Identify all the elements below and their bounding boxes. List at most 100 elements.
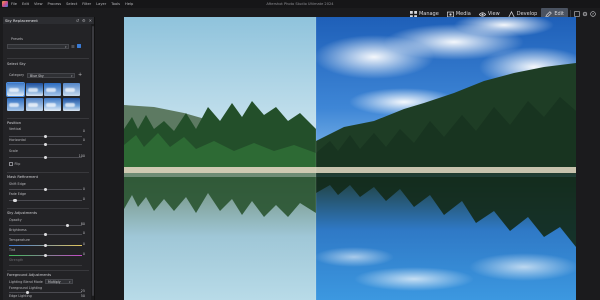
flip-checkbox[interactable]: [9, 162, 13, 166]
scale-slider[interactable]: [9, 155, 82, 159]
add-sky-icon[interactable]: +: [78, 72, 82, 78]
horizontal-value[interactable]: 0: [83, 138, 85, 142]
temperature-label: Temperature: [9, 238, 30, 242]
foreground-lighting-label: Foreground Lighting: [9, 286, 43, 290]
right-edge: [576, 17, 600, 300]
before-after-photo: [124, 17, 576, 300]
category-value: Blue Sky: [30, 73, 44, 78]
brightness-value[interactable]: 0: [83, 231, 85, 235]
foreground-adjustments-title: Foreground Adjustments: [7, 273, 52, 277]
vertical-slider[interactable]: [9, 134, 82, 138]
sky-thumbnail[interactable]: [25, 97, 43, 111]
opacity-slider[interactable]: [9, 223, 82, 227]
tint-slider[interactable]: [9, 253, 82, 257]
app-logo: [2, 1, 8, 7]
image-canvas[interactable]: [124, 17, 576, 300]
category-dropdown[interactable]: Blue Sky ▾: [27, 73, 75, 78]
divider: [7, 118, 89, 119]
brightness-label: Brightness: [9, 228, 27, 232]
strength-label: Strength: [9, 258, 24, 262]
temperature-slider[interactable]: [9, 243, 82, 247]
category-label: Category: [9, 73, 25, 77]
tint-value[interactable]: 0: [83, 252, 85, 256]
slider-knob[interactable]: [65, 223, 70, 227]
svg-text:?: ?: [592, 12, 594, 16]
undo-icon[interactable]: ↺: [76, 18, 79, 23]
shift-edge-value[interactable]: 0: [83, 187, 85, 191]
panel-scrollbar[interactable]: [91, 24, 94, 300]
slider-knob[interactable]: [43, 142, 48, 146]
slider-knob[interactable]: [43, 187, 48, 191]
slider-knob[interactable]: [43, 134, 48, 138]
preset-browse-icon[interactable]: [77, 44, 81, 48]
divider: [7, 172, 89, 173]
menu-edit[interactable]: Edit: [22, 2, 29, 6]
shift-edge-label: Shift Edge: [9, 182, 26, 186]
chevron-down-icon: ▾: [70, 73, 73, 78]
menu-layer[interactable]: Layer: [96, 2, 106, 6]
sky-thumbnail[interactable]: [62, 83, 80, 96]
chevron-down-icon: ▾: [64, 44, 67, 49]
sky-adjustments-title: Sky Adjustments: [7, 211, 38, 215]
slider-knob[interactable]: [43, 243, 48, 247]
presets-dropdown[interactable]: ▾: [7, 44, 69, 49]
side-gutter: [96, 17, 124, 300]
vertical-value[interactable]: 0: [83, 129, 85, 133]
slider-knob[interactable]: [43, 253, 48, 257]
menu-tools[interactable]: Tools: [111, 2, 120, 6]
window-title: Aftershot Photo Studio Ultimate 2024: [266, 1, 334, 6]
menu-file[interactable]: File: [11, 2, 17, 6]
mask-refinement-title: Mask Refinement: [7, 175, 39, 179]
slider-knob[interactable]: [43, 232, 48, 236]
panel-title: Sky Replacement: [5, 18, 38, 23]
horizontal-slider[interactable]: [9, 142, 82, 146]
slider-knob[interactable]: [13, 198, 17, 202]
tint-label: Tint: [9, 248, 16, 252]
close-icon[interactable]: ✕: [89, 18, 92, 23]
menu-view[interactable]: View: [34, 2, 43, 6]
slider-knob[interactable]: [43, 155, 48, 159]
blend-mode-value: Multiply: [48, 279, 61, 284]
strength-slider[interactable]: [9, 265, 82, 266]
sky-thumbnail[interactable]: [6, 82, 25, 97]
vertical-label: Vertical: [9, 127, 22, 131]
sky-thumbnail[interactable]: [25, 83, 43, 96]
chevron-down-icon: ▾: [68, 279, 71, 284]
fade-edge-label: Fade Edge: [9, 192, 27, 196]
menu-process[interactable]: Process: [48, 2, 62, 6]
sky-replacement-panel: Sky Replacement ↺ ⚙ ✕ Presets ▾ ☰ Select…: [3, 17, 95, 300]
edge-lighting-value[interactable]: 50: [81, 294, 85, 298]
divider: [7, 58, 89, 59]
brightness-slider[interactable]: [9, 232, 82, 236]
menu-help[interactable]: Help: [125, 2, 133, 6]
flip-label: Flip: [14, 162, 21, 166]
opacity-label: Opacity: [9, 218, 22, 222]
menu-filter[interactable]: Filter: [82, 2, 91, 6]
horizontal-label: Horizontal: [9, 138, 26, 142]
divider: [7, 270, 89, 271]
presets-label: Presets: [11, 37, 23, 41]
menu-select[interactable]: Select: [66, 2, 77, 6]
sky-thumbnail[interactable]: [62, 97, 80, 111]
select-sky-section: Select Sky: [7, 61, 89, 66]
scrollbar-thumb[interactable]: [91, 26, 94, 296]
fade-edge-slider[interactable]: [9, 198, 82, 202]
sky-thumbnail[interactable]: [44, 83, 61, 96]
fade-edge-value[interactable]: 0: [83, 197, 85, 201]
panel-settings-icon[interactable]: ⚙: [82, 18, 86, 23]
save-preset-icon[interactable]: ☰: [71, 44, 75, 49]
shift-edge-slider[interactable]: [9, 187, 82, 191]
sky-thumbnail[interactable]: [7, 97, 24, 111]
panel-header: Sky Replacement ↺ ⚙ ✕: [3, 17, 94, 24]
temperature-value[interactable]: 0: [83, 242, 85, 246]
blend-mode-dropdown[interactable]: Multiply ▾: [45, 279, 73, 284]
blend-mode-label: Lighting Blend Mode: [9, 280, 43, 284]
position-title: Position: [7, 121, 21, 125]
foreground-lighting-slider[interactable]: [9, 290, 82, 294]
sky-thumbnail[interactable]: [44, 97, 61, 111]
select-sky-title: Select Sky: [7, 62, 26, 66]
flip-option[interactable]: Flip: [9, 162, 20, 166]
divider: [7, 208, 89, 209]
scale-label: Scale: [9, 149, 18, 153]
sky-thumbnail-grid: [6, 82, 81, 111]
